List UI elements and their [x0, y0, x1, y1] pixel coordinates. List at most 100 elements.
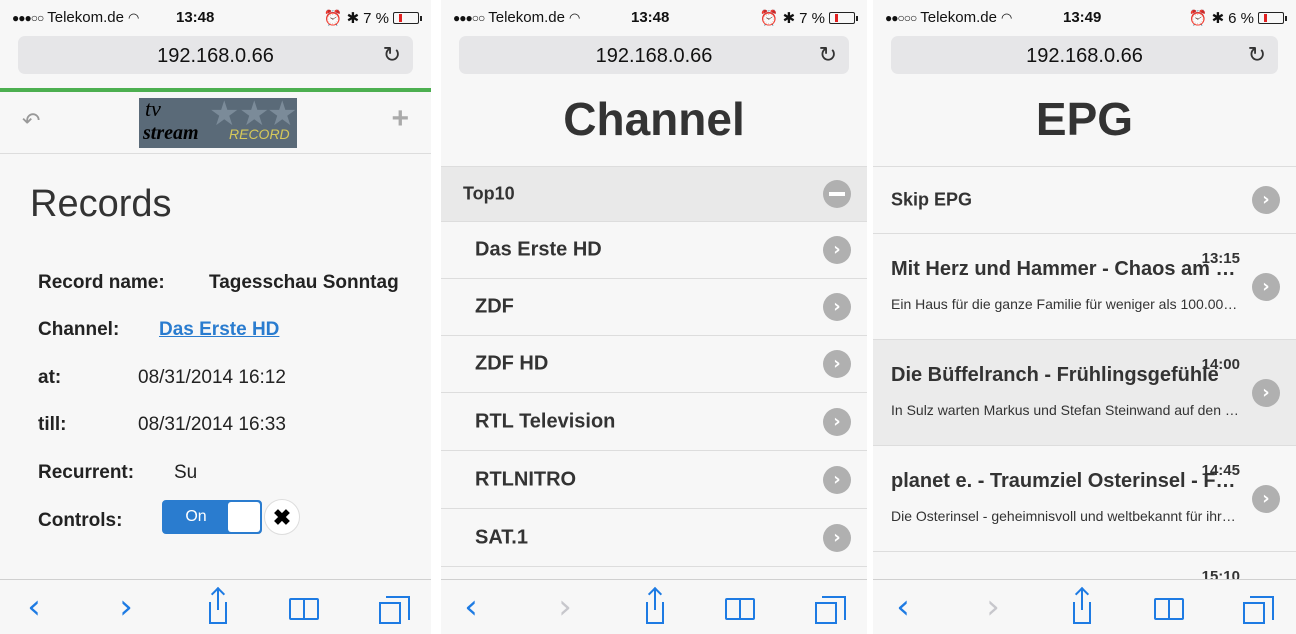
chevron-right-icon: ›: [1252, 484, 1280, 513]
chevron-right-icon: ›: [823, 523, 851, 552]
tabs-icon[interactable]: [373, 590, 413, 626]
tabs-icon[interactable]: [809, 590, 849, 626]
at-row: at: 08/31/2014 16:12: [38, 367, 286, 389]
at-value: 08/31/2014 16:12: [138, 367, 286, 388]
tabs-icon[interactable]: [1237, 590, 1277, 626]
book-icon[interactable]: [719, 590, 759, 626]
chevron-right-icon: ›: [1252, 378, 1280, 407]
page-title: Channel: [563, 93, 745, 145]
battery-icon: [393, 12, 422, 24]
alarm-icon: ⏰: [759, 10, 779, 27]
chevron-right-icon: ›: [823, 236, 851, 264]
browser-toolbar: ‹ ›: [873, 579, 1296, 634]
wifi-icon: ◠: [127, 10, 140, 25]
recurrent-row: Recurrent: Su: [38, 462, 197, 484]
add-icon[interactable]: +: [391, 102, 409, 136]
channel-name: SAT.1: [475, 526, 528, 548]
alarm-icon: ⏰: [1188, 10, 1208, 27]
chevron-right-icon: ›: [823, 293, 851, 321]
bluetooth-icon: ✱: [346, 10, 360, 27]
list-item[interactable]: Das Erste HD ›: [441, 222, 867, 279]
list-item[interactable]: ZDF ›: [441, 279, 867, 336]
browser-toolbar: ‹ ›: [0, 579, 431, 634]
share-icon[interactable]: [197, 588, 237, 626]
epg-description: In Sulz warten Markus und Stefan Steinwa…: [891, 402, 1240, 418]
address-bar[interactable]: 192.168.0.66 ↻: [18, 36, 413, 74]
chevron-right-icon: ›: [823, 465, 851, 494]
channel-name: ZDF: [475, 295, 514, 318]
chevron-right-icon: ›: [1252, 272, 1280, 301]
share-icon[interactable]: [1061, 588, 1101, 626]
chevron-left-icon[interactable]: ‹: [14, 590, 54, 626]
carrier-label: Telekom.de: [47, 9, 124, 26]
list-item[interactable]: ZDF HD ›: [441, 336, 867, 393]
epg-description: Die Osterinsel - geheimnisvoll und weltb…: [891, 508, 1240, 524]
chevron-right-icon: ›: [1252, 186, 1280, 214]
at-label: at:: [38, 367, 62, 388]
phone-epg: ●●○○○ Telekom.de ◠ 13:49 ⏰ ✱ 6 % 192.168.0.6…: [873, 0, 1296, 634]
group-header-top10[interactable]: Top10: [441, 166, 867, 222]
status-bar: ●●○○○ Telekom.de ◠ 13:49 ⏰ ✱ 6 %: [873, 0, 1296, 34]
reload-icon[interactable]: ↻: [383, 42, 401, 68]
clock: 13:48: [176, 9, 215, 26]
toggle-knob: [228, 502, 260, 532]
channel-link[interactable]: Das Erste HD: [159, 319, 279, 341]
carrier-label: Telekom.de: [920, 9, 997, 26]
book-icon[interactable]: [283, 590, 323, 626]
controls-row: Controls:: [38, 510, 122, 532]
controls-label: Controls:: [38, 510, 123, 531]
reload-icon[interactable]: ↻: [819, 42, 837, 68]
chevron-right-icon[interactable]: ›: [106, 590, 146, 626]
epg-description: Ein Haus für die ganze Familie für wenig…: [891, 296, 1240, 312]
wifi-icon: ◠: [568, 10, 581, 25]
address-bar[interactable]: 192.168.0.66 ↻: [459, 36, 849, 74]
group-label: Top10: [463, 183, 515, 204]
chevron-right-icon: ›: [823, 350, 851, 378]
clock: 13:49: [1063, 9, 1102, 26]
chevron-right-icon[interactable]: ›: [973, 590, 1013, 626]
till-value: 08/31/2014 16:33: [138, 414, 286, 435]
epg-entry[interactable]: 13:15 Mit Herz und Hammer - Chaos am Bau…: [873, 234, 1296, 340]
url-text: 192.168.0.66: [1026, 45, 1143, 67]
skip-epg-item[interactable]: Skip EPG ›: [873, 166, 1296, 234]
list-item[interactable]: RTLNITRO ›: [441, 451, 867, 509]
battery-percent: 7 %: [799, 10, 825, 27]
epg-title: Mit Herz und Hammer - Chaos am Bau: [891, 258, 1236, 280]
delete-button[interactable]: ✖: [264, 499, 300, 535]
channel-row: Channel: Das Erste HD: [38, 319, 279, 341]
status-bar: ●●●○○ Telekom.de ◠ 13:48 ⏰ ✱ 7 %: [441, 0, 867, 34]
record-name-label: Record name:: [38, 272, 165, 293]
battery-percent: 7 %: [363, 10, 389, 27]
collapse-icon[interactable]: [823, 180, 851, 208]
channel-name: ZDF HD: [475, 352, 549, 375]
share-icon[interactable]: [634, 588, 674, 626]
list-item[interactable]: RTL Television ›: [441, 393, 867, 451]
chevron-left-icon[interactable]: ‹: [451, 590, 491, 626]
chevron-right-icon: ›: [823, 407, 851, 436]
book-icon[interactable]: [1148, 590, 1188, 626]
clock: 13:48: [631, 9, 670, 26]
epg-entry[interactable]: 14:45 planet e. - Traumziel Osterinsel -…: [873, 446, 1296, 552]
battery-icon: [829, 12, 858, 24]
address-bar[interactable]: 192.168.0.66 ↻: [891, 36, 1278, 74]
list-item[interactable]: SAT.1 ›: [441, 509, 867, 567]
chevron-left-icon[interactable]: ‹: [883, 590, 923, 626]
signal-icon: ●●○○○: [885, 11, 917, 25]
undo-icon[interactable]: ↶: [22, 108, 40, 134]
phone-records: ●●●○○ Telekom.de ◠ 13:48 ⏰ ✱ 7 % 192.168.0.6…: [0, 0, 431, 634]
wifi-icon: ◠: [1000, 10, 1013, 25]
channel-name: Das Erste HD: [475, 238, 602, 261]
chevron-right-icon[interactable]: ›: [545, 590, 585, 626]
record-toggle[interactable]: On: [162, 500, 262, 534]
recurrent-label: Recurrent:: [38, 462, 135, 483]
url-text: 192.168.0.66: [595, 45, 713, 67]
signal-icon: ●●●○○: [453, 11, 485, 25]
channel-name: RTL Television: [475, 410, 616, 432]
channel-name: RTLNITRO: [475, 468, 577, 490]
reload-icon[interactable]: ↻: [1248, 42, 1266, 68]
till-row: till: 08/31/2014 16:33: [38, 414, 286, 436]
phone-channel: ●●●○○ Telekom.de ◠ 13:48 ⏰ ✱ 7 % 192.168.0.6…: [441, 0, 867, 634]
bluetooth-icon: ✱: [1211, 10, 1225, 27]
alarm-icon: ⏰: [323, 10, 343, 27]
epg-entry[interactable]: 14:00 Die Büffelranch - Frühlingsgefühle…: [873, 340, 1296, 446]
